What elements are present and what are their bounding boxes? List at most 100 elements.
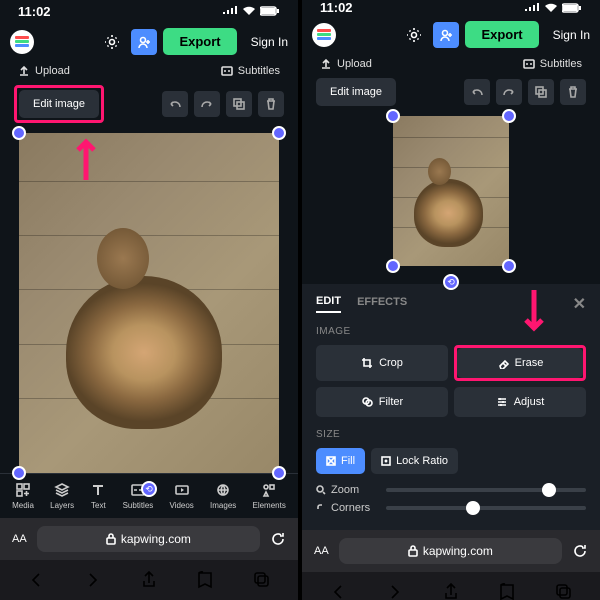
selected-image[interactable]: ⟲ <box>19 133 279 473</box>
tabs-icon[interactable] <box>554 582 574 600</box>
reload-icon[interactable] <box>270 531 286 547</box>
browser-url-bar[interactable]: AA kapwing.com <box>0 518 298 560</box>
selected-image[interactable]: ⟲ <box>393 116 509 266</box>
annotation-arrow-up <box>74 136 98 182</box>
erase-highlight: Erase <box>454 345 586 381</box>
adjust-button[interactable]: Adjust <box>454 387 586 417</box>
fill-button[interactable]: Fill <box>316 448 365 474</box>
corners-icon <box>316 503 326 513</box>
zoom-slider-row: Zoom <box>316 484 586 496</box>
canvas[interactable]: ⟲ <box>14 131 284 473</box>
redo-icon[interactable] <box>194 91 220 117</box>
resize-handle-tl[interactable] <box>12 126 26 140</box>
wifi-icon <box>544 3 558 13</box>
kapwing-logo[interactable] <box>10 30 34 54</box>
gear-icon[interactable] <box>401 22 427 48</box>
back-icon[interactable] <box>328 582 348 600</box>
kapwing-logo[interactable] <box>312 23 336 47</box>
image-toolbar: Edit image <box>0 85 298 131</box>
status-time: 11:02 <box>320 0 353 15</box>
status-time: 11:02 <box>18 4 51 19</box>
edit-image-button[interactable]: Edit image <box>19 90 99 118</box>
add-user-icon[interactable] <box>433 22 459 48</box>
edit-panel: EDIT EFFECTS ✕ IMAGE Crop Erase Filter A… <box>302 284 600 530</box>
text-size-button[interactable]: AA <box>12 533 27 545</box>
lock-ratio-button[interactable]: Lock Ratio <box>371 448 458 474</box>
subtitles-button[interactable]: Subtitles <box>523 58 582 70</box>
trash-icon[interactable] <box>560 79 586 105</box>
app-header: Export Sign In <box>0 22 298 61</box>
forward-icon <box>385 582 405 600</box>
share-icon[interactable] <box>441 582 461 600</box>
redo-icon[interactable] <box>496 79 522 105</box>
browser-url-bar[interactable]: AA kapwing.com <box>302 530 600 572</box>
canvas[interactable]: ⟲ <box>316 114 586 284</box>
forward-icon <box>83 570 103 590</box>
filter-button[interactable]: Filter <box>316 387 448 417</box>
copy-icon[interactable] <box>528 79 554 105</box>
status-icons <box>222 6 280 16</box>
zoom-icon <box>316 485 326 495</box>
bookmarks-icon[interactable] <box>195 570 215 590</box>
signin-link[interactable]: Sign In <box>251 35 288 49</box>
corners-slider-row: Corners <box>316 502 586 514</box>
tab-text[interactable]: Text <box>90 482 106 510</box>
edit-image-highlight: Edit image <box>14 85 104 123</box>
rotate-handle[interactable]: ⟲ <box>141 481 157 497</box>
tab-edit[interactable]: EDIT <box>316 295 341 313</box>
status-bar: 11:02 <box>302 0 600 15</box>
text-size-button[interactable]: AA <box>314 545 329 557</box>
trash-icon[interactable] <box>258 91 284 117</box>
resize-handle-tl[interactable] <box>386 109 400 123</box>
tab-layers[interactable]: Layers <box>50 482 74 510</box>
erase-button[interactable]: Erase <box>457 348 583 378</box>
subtitles-button[interactable]: Subtitles <box>221 65 280 77</box>
resize-handle-br[interactable] <box>272 466 286 480</box>
upload-button[interactable]: Upload <box>18 65 70 77</box>
tab-media[interactable]: Media <box>12 482 34 510</box>
image-toolbar: Edit image <box>302 78 600 114</box>
add-user-icon[interactable] <box>131 29 157 55</box>
close-icon[interactable]: ✕ <box>573 294 586 314</box>
edit-image-button[interactable]: Edit image <box>316 78 396 106</box>
export-button[interactable]: Export <box>465 21 538 48</box>
zoom-slider[interactable] <box>386 488 586 492</box>
signin-link[interactable]: Sign In <box>553 28 590 42</box>
tab-videos[interactable]: Videos <box>169 482 193 510</box>
tab-effects[interactable]: EFFECTS <box>357 296 407 312</box>
tab-images[interactable]: Images <box>210 482 236 510</box>
bookmarks-icon[interactable] <box>497 582 517 600</box>
resize-handle-bl[interactable] <box>12 466 26 480</box>
app-header: Export Sign In <box>302 15 600 54</box>
rotate-handle[interactable]: ⟲ <box>443 274 459 290</box>
export-button[interactable]: Export <box>163 28 236 55</box>
status-bar: 11:02 <box>0 0 298 22</box>
resize-handle-br[interactable] <box>502 259 516 273</box>
sub-header: Upload Subtitles <box>302 54 600 78</box>
phone-right: 11:02 Export Sign In Upload Subtitles Ed… <box>302 0 600 600</box>
undo-icon[interactable] <box>162 91 188 117</box>
browser-nav <box>0 560 298 600</box>
tab-elements[interactable]: Elements <box>252 482 285 510</box>
cat-photo <box>19 133 279 473</box>
url-box[interactable]: kapwing.com <box>339 538 562 564</box>
gear-icon[interactable] <box>99 29 125 55</box>
cat-photo <box>393 116 509 266</box>
resize-handle-bl[interactable] <box>386 259 400 273</box>
url-box[interactable]: kapwing.com <box>37 526 260 552</box>
battery-icon <box>562 3 582 13</box>
corners-slider[interactable] <box>386 506 586 510</box>
battery-icon <box>260 6 280 16</box>
reload-icon[interactable] <box>572 543 588 559</box>
back-icon[interactable] <box>26 570 46 590</box>
copy-icon[interactable] <box>226 91 252 117</box>
resize-handle-tr[interactable] <box>502 109 516 123</box>
crop-button[interactable]: Crop <box>316 345 448 381</box>
upload-button[interactable]: Upload <box>320 58 372 70</box>
share-icon[interactable] <box>139 570 159 590</box>
resize-handle-tr[interactable] <box>272 126 286 140</box>
lock-icon <box>106 533 116 545</box>
wifi-icon <box>242 6 256 16</box>
tabs-icon[interactable] <box>252 570 272 590</box>
undo-icon[interactable] <box>464 79 490 105</box>
